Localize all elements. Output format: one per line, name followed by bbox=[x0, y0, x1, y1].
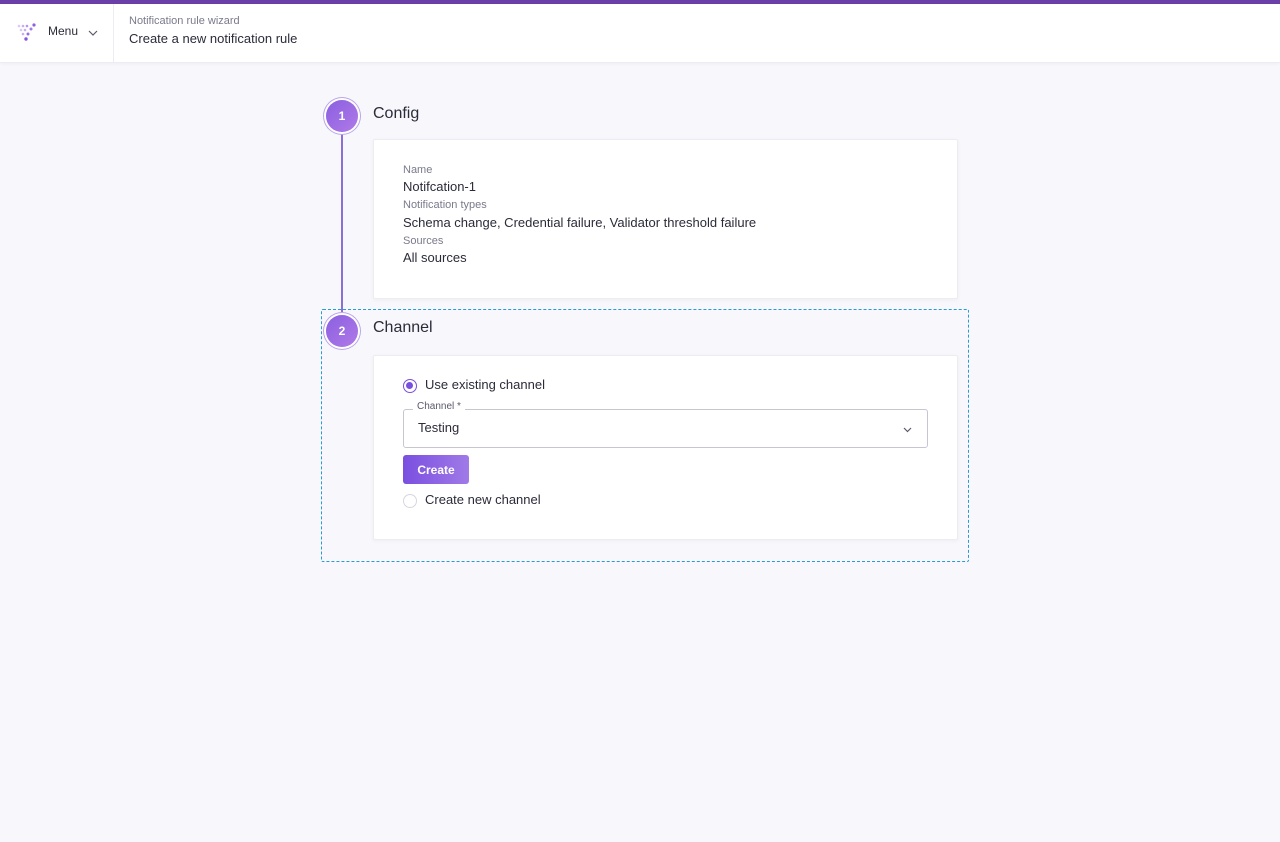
channel-select[interactable]: Testing bbox=[403, 409, 928, 448]
sources-value: All sources bbox=[403, 250, 467, 265]
channel-select-label: Channel * bbox=[413, 401, 465, 412]
step-1-badge: 1 bbox=[326, 100, 358, 132]
step-2-badge: 2 bbox=[326, 315, 358, 347]
name-label: Name bbox=[403, 164, 433, 176]
notification-types-value: Schema change, Credential failure, Valid… bbox=[403, 215, 757, 230]
use-existing-channel-label[interactable]: Use existing channel bbox=[425, 377, 545, 392]
config-summary-card: Name Notifcation-1 Notification types Sc… bbox=[373, 139, 958, 299]
brand-logo-icon bbox=[17, 23, 36, 41]
chevron-down-icon bbox=[88, 30, 98, 36]
name-value: Notifcation-1 bbox=[403, 179, 476, 194]
app-header: Menu Notification rule wizard Create a n… bbox=[0, 4, 1280, 63]
create-button[interactable]: Create bbox=[403, 455, 469, 484]
breadcrumb: Notification rule wizard bbox=[129, 15, 240, 27]
step-2-title: Channel bbox=[373, 319, 433, 336]
menu-label: Menu bbox=[48, 24, 79, 38]
create-new-channel-radio[interactable] bbox=[403, 494, 417, 508]
chevron-down-icon bbox=[903, 427, 912, 433]
channel-select-value: Testing bbox=[418, 420, 460, 435]
page-title: Create a new notification rule bbox=[129, 31, 298, 46]
create-new-channel-label[interactable]: Create new channel bbox=[425, 492, 541, 507]
step-1-title: Config bbox=[373, 105, 420, 122]
sources-label: Sources bbox=[403, 235, 444, 247]
use-existing-channel-radio[interactable] bbox=[403, 379, 417, 393]
step-connector-line bbox=[341, 128, 343, 312]
notification-types-label: Notification types bbox=[403, 199, 487, 211]
menu-button[interactable]: Menu bbox=[0, 4, 114, 63]
